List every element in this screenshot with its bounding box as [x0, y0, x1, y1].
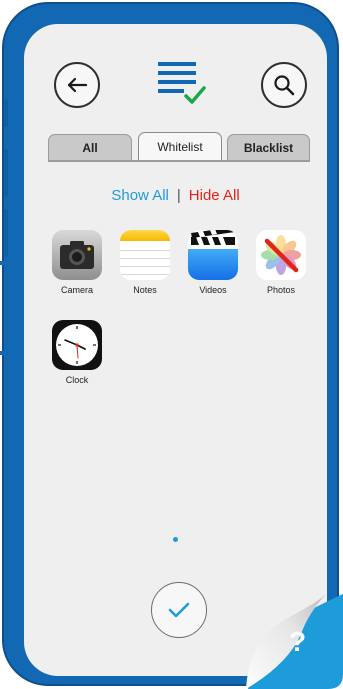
tab-blacklist[interactable]: Blacklist — [227, 134, 310, 160]
app-label: Clock — [65, 375, 89, 385]
app-label: Videos — [199, 285, 227, 295]
actions-separator: | — [176, 187, 181, 204]
filter-tabs: All Whitelist Blacklist — [48, 132, 310, 162]
arrow-left-icon — [67, 77, 88, 93]
volume-up-button — [4, 149, 8, 197]
photos-icon — [256, 230, 306, 280]
help-button[interactable]: ? — [289, 626, 306, 658]
videos-icon — [188, 230, 238, 280]
tab-all[interactable]: All — [48, 134, 132, 160]
list-check-icon — [158, 62, 206, 104]
show-all-link[interactable]: Show All — [111, 187, 169, 204]
checkmark-icon — [168, 602, 190, 618]
app-notes[interactable]: Notes — [115, 230, 175, 295]
page-indicator-dot[interactable] — [173, 537, 178, 542]
camera-icon — [52, 230, 102, 280]
search-icon — [274, 75, 295, 96]
app-screen: All Whitelist Blacklist Show All | Hide Al… — [24, 24, 327, 676]
app-clock[interactable]: Clock — [47, 320, 107, 385]
visibility-actions: Show All | Hide All — [24, 187, 327, 204]
app-label: Camera — [60, 285, 93, 295]
app-label: Photos — [266, 285, 296, 295]
hide-all-link[interactable]: Hide All — [189, 187, 240, 204]
tabs-divider — [48, 160, 310, 162]
app-camera[interactable]: Camera — [47, 230, 107, 295]
app-videos[interactable]: Videos — [183, 230, 243, 295]
volume-button — [4, 99, 8, 127]
app-photos[interactable]: Photos — [251, 230, 311, 295]
notes-icon — [120, 230, 170, 280]
confirm-button[interactable] — [151, 582, 207, 638]
volume-down-button — [4, 209, 8, 257]
app-label: Notes — [133, 285, 157, 295]
clock-icon — [52, 320, 102, 370]
back-button[interactable] — [54, 62, 100, 108]
search-button[interactable] — [261, 62, 307, 108]
tab-whitelist[interactable]: Whitelist — [138, 132, 222, 160]
